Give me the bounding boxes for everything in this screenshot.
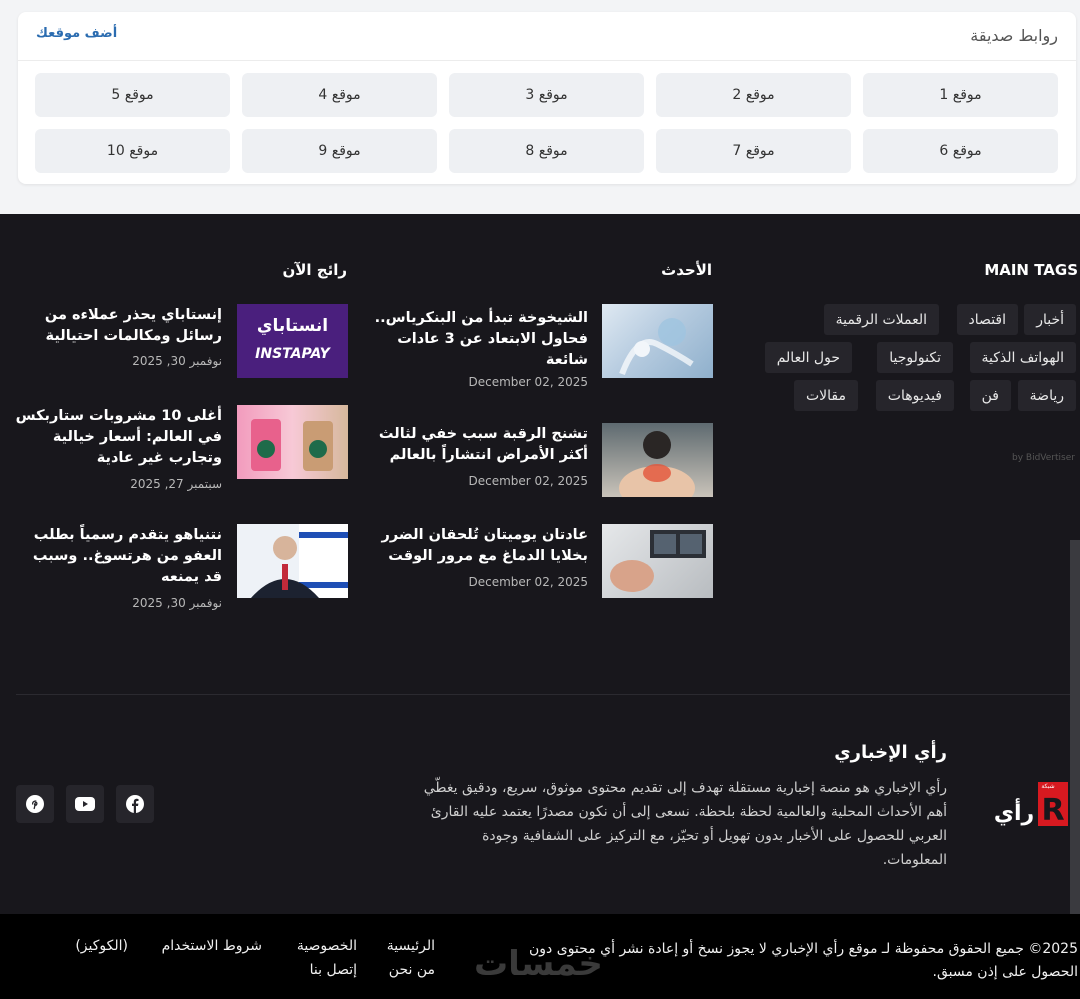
trending-title: رائج الآن: [282, 261, 347, 279]
instapay-logo-text: انستاباي: [256, 316, 329, 336]
logo-text: رأي: [994, 797, 1034, 826]
trending-post-1-thumbnail[interactable]: انستاباي INSTAPAY: [237, 304, 348, 378]
trending-post-2-title[interactable]: أغلى 10 مشروبات ستاربكس في العالم: أسعار…: [10, 406, 222, 469]
medical-image-icon: [619, 318, 694, 376]
pinterest-icon: [26, 795, 44, 813]
footer-link-contact[interactable]: إتصل بنا: [310, 962, 357, 978]
footer-link-about[interactable]: من نحن: [389, 962, 435, 978]
latest-post-2-title[interactable]: تشنج الرقبة سبب خفي لثالث أكثر الأمراض ا…: [370, 424, 588, 466]
site-footer: MAIN TAGS أخبار اقتصاد العملات الرقمية ا…: [0, 214, 1080, 914]
tag-sports[interactable]: رياضة: [1017, 380, 1076, 411]
site-link-5[interactable]: موقع 5: [35, 73, 230, 117]
politician-image-icon: [251, 524, 348, 598]
about-description: رأي الإخباري هو منصة إخبارية مستقلة تهدف…: [423, 780, 947, 868]
footer-link-home[interactable]: الرئيسية: [387, 938, 435, 954]
ad-credit: by BidVertiser: [1012, 453, 1075, 463]
latest-post-2-date: December 02, 2025: [468, 474, 588, 488]
starbucks-drinks-image-icon: [251, 419, 333, 471]
youtube-button[interactable]: [66, 785, 104, 823]
youtube-icon: [75, 797, 95, 811]
tag-videos[interactable]: فيديوهات: [875, 380, 954, 411]
footer-link-cookies[interactable]: (الكوكيز): [75, 938, 128, 954]
trending-post-3-thumbnail[interactable]: [237, 524, 348, 598]
logo-small-text: شبكة: [1041, 783, 1054, 790]
friendly-links-title: روابط صديقة: [970, 26, 1058, 45]
site-logo[interactable]: R رأي شبكة: [992, 780, 1072, 830]
latest-post-1-thumbnail[interactable]: [602, 304, 713, 378]
instapay-logo-subtext: INSTAPAY: [255, 346, 330, 362]
footer-divider: [16, 694, 1080, 695]
footer-link-privacy[interactable]: الخصوصية: [297, 938, 357, 954]
friendly-links-header: روابط صديقة أضف موقعك: [18, 12, 1076, 61]
site-link-6[interactable]: موقع 6: [863, 129, 1058, 173]
site-link-4[interactable]: موقع 4: [242, 73, 437, 117]
latest-post-1-title[interactable]: الشيخوخة تبدأ من البنكرياس.. فحاول الابت…: [370, 308, 588, 371]
site-link-2[interactable]: موقع 2: [656, 73, 851, 117]
trending-post-3-date: نوفمبر 30, 2025: [132, 596, 222, 610]
site-link-3[interactable]: موقع 3: [449, 73, 644, 117]
tag-art[interactable]: فن: [969, 380, 1011, 411]
site-link-8[interactable]: موقع 8: [449, 129, 644, 173]
latest-title: الأحدث: [661, 261, 712, 279]
site-link-1[interactable]: موقع 1: [863, 73, 1058, 117]
tag-smartphones[interactable]: الهواتف الذكية: [969, 342, 1076, 373]
add-site-link[interactable]: أضف موقعك: [36, 26, 117, 41]
latest-post-1-date: December 02, 2025: [468, 375, 588, 389]
trending-post-2-date: سبتمبر 27, 2025: [130, 477, 222, 491]
tag-news[interactable]: أخبار: [1024, 304, 1076, 335]
tags-title: MAIN TAGS: [984, 261, 1078, 279]
site-link-10[interactable]: موقع 10: [35, 129, 230, 173]
pinterest-button[interactable]: [16, 785, 54, 823]
brain-image-icon: [610, 530, 706, 592]
tag-world[interactable]: حول العالم: [764, 342, 852, 373]
facebook-button[interactable]: [116, 785, 154, 823]
trending-post-1-date: نوفمبر 30, 2025: [132, 354, 222, 368]
trending-post-1-title[interactable]: إنستاباي يحذر عملاءه من رسائل ومكالمات ا…: [10, 305, 222, 347]
latest-post-2-thumbnail[interactable]: [602, 423, 713, 497]
tag-economy[interactable]: اقتصاد: [956, 304, 1018, 335]
neck-pain-image-icon: [619, 431, 695, 497]
svg-text:R: R: [1041, 793, 1064, 828]
tag-technology[interactable]: تكنولوجيا: [877, 342, 953, 373]
latest-post-3-title[interactable]: عادتان يوميتان تُلحقان الضرر بخلايا الدم…: [370, 525, 588, 567]
tag-articles[interactable]: مقالات: [793, 380, 858, 411]
site-link-9[interactable]: موقع 9: [242, 129, 437, 173]
copyright-bar: 2025© جميع الحقوق محفوظة لـ موقع رأي الإ…: [0, 914, 1080, 999]
trending-post-3-title[interactable]: نتنياهو يتقدم رسمياً بطلب العفو من هرتسو…: [10, 525, 222, 588]
site-link-7[interactable]: موقع 7: [656, 129, 851, 173]
tag-crypto[interactable]: العملات الرقمية: [823, 304, 939, 335]
trending-post-2-thumbnail[interactable]: [237, 405, 348, 479]
logo-mark-icon: R رأي شبكة: [994, 782, 1068, 828]
watermark-text: خمسات: [474, 944, 603, 984]
friendly-links-panel: روابط صديقة أضف موقعك موقع 1 موقع 2 موقع…: [18, 12, 1076, 184]
latest-post-3-thumbnail[interactable]: [602, 524, 713, 598]
page-scrollbar[interactable]: [1070, 540, 1080, 914]
latest-post-3-date: December 02, 2025: [468, 575, 588, 589]
facebook-icon: [126, 795, 144, 813]
footer-link-terms[interactable]: شروط الاستخدام: [162, 938, 262, 954]
about-title: رأي الإخباري: [834, 742, 947, 763]
